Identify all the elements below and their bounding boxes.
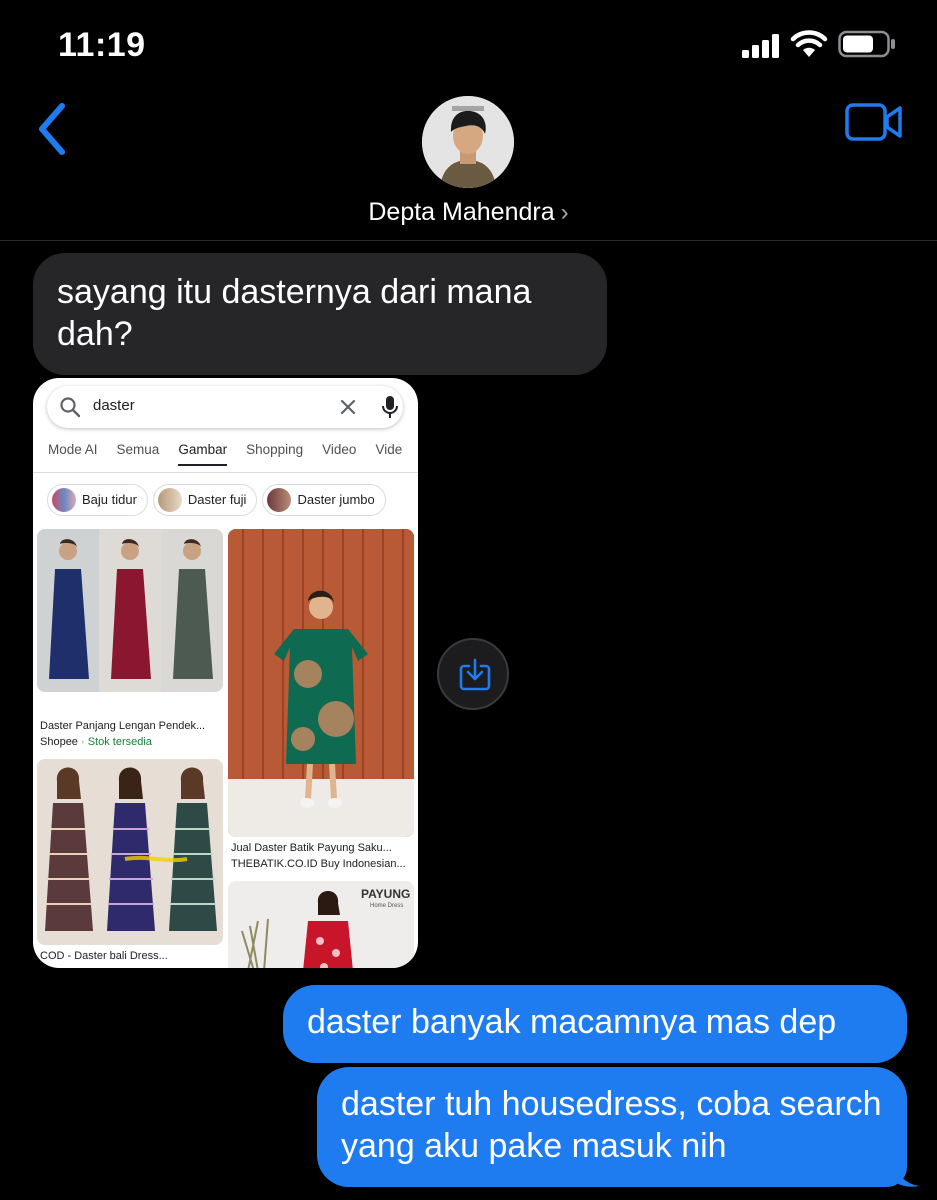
tab-video: Video bbox=[322, 442, 357, 457]
brand-subtext: Home Dress bbox=[370, 903, 404, 909]
tab-mode-ai: Mode AI bbox=[48, 442, 98, 457]
conversation-header: Depta Mahendra › bbox=[0, 90, 937, 241]
wifi-icon bbox=[790, 30, 828, 57]
chevron-right-icon: › bbox=[560, 199, 569, 226]
batik-dress-photo-icon bbox=[228, 529, 414, 837]
result-source-1: Shopee · Stok tersedia bbox=[40, 736, 152, 748]
result-title-2: Jual Daster Batik Payung Saku... bbox=[231, 842, 392, 854]
dress-photo-icon bbox=[37, 529, 223, 692]
contact-name-button[interactable]: Depta Mahendra › bbox=[0, 198, 937, 227]
result-source-2: THEBATIK.CO.ID Buy Indonesian... bbox=[231, 858, 406, 870]
tabs-divider bbox=[33, 472, 418, 473]
back-chevron-icon[interactable] bbox=[34, 102, 70, 156]
contact-name: Depta Mahendra bbox=[368, 198, 555, 226]
result-title-3: COD - Daster bali Dress... bbox=[40, 950, 168, 962]
tab-gambar: Gambar bbox=[178, 442, 228, 466]
chip-daster-jumbo: Daster jumbo bbox=[262, 484, 386, 516]
clear-icon bbox=[340, 399, 356, 415]
cellular-signal-icon bbox=[742, 34, 779, 58]
outgoing-message-bubble-1[interactable]: daster banyak macamnya mas dep bbox=[283, 985, 907, 1063]
tab-shopping: Shopping bbox=[246, 442, 304, 457]
result-title-1: Daster Panjang Lengan Pendek... bbox=[40, 720, 206, 732]
tab-semua: Semua bbox=[116, 442, 160, 457]
suggestion-chips: Baju tidur Daster fuji Daster jumbo bbox=[47, 484, 391, 516]
person-photo-icon bbox=[422, 96, 514, 188]
microphone-icon bbox=[382, 396, 398, 418]
video-camera-icon[interactable] bbox=[845, 102, 903, 142]
search-bar: daster bbox=[47, 386, 403, 428]
contact-avatar[interactable] bbox=[422, 96, 514, 188]
patterned-dress-photo-icon bbox=[37, 759, 223, 945]
status-time: 11:19 bbox=[58, 26, 146, 64]
result-image-1 bbox=[37, 529, 223, 692]
bubble-tail-icon bbox=[893, 1162, 919, 1187]
result-image-3 bbox=[37, 759, 223, 945]
result-image-2 bbox=[228, 529, 414, 837]
status-bar: 11:19 bbox=[0, 0, 937, 90]
search-query: daster bbox=[93, 397, 135, 414]
save-to-files-icon bbox=[459, 658, 491, 691]
chip-baju-tidur: Baju tidur bbox=[47, 484, 148, 516]
search-tabs: Mode AI Semua Gambar Shopping Video Vide bbox=[48, 442, 418, 474]
image-attachment[interactable]: daster Mode AI Semua Gambar Shopping Video Vi… bbox=[33, 378, 418, 968]
incoming-message-bubble[interactable]: sayang itu dasternya dari mana dah? bbox=[33, 253, 607, 375]
save-image-button[interactable] bbox=[437, 638, 509, 710]
brand-text: PAYUNG bbox=[361, 887, 411, 901]
battery-icon bbox=[838, 30, 895, 58]
search-icon bbox=[60, 397, 81, 418]
chip-daster-fuji: Daster fuji bbox=[152, 484, 258, 516]
outgoing-message-bubble-2[interactable]: daster tuh housedress, coba search yang … bbox=[317, 1067, 907, 1187]
result-image-4: PAYUNG Home Dress bbox=[228, 881, 414, 968]
tab-video-cut: Vide bbox=[375, 442, 403, 457]
